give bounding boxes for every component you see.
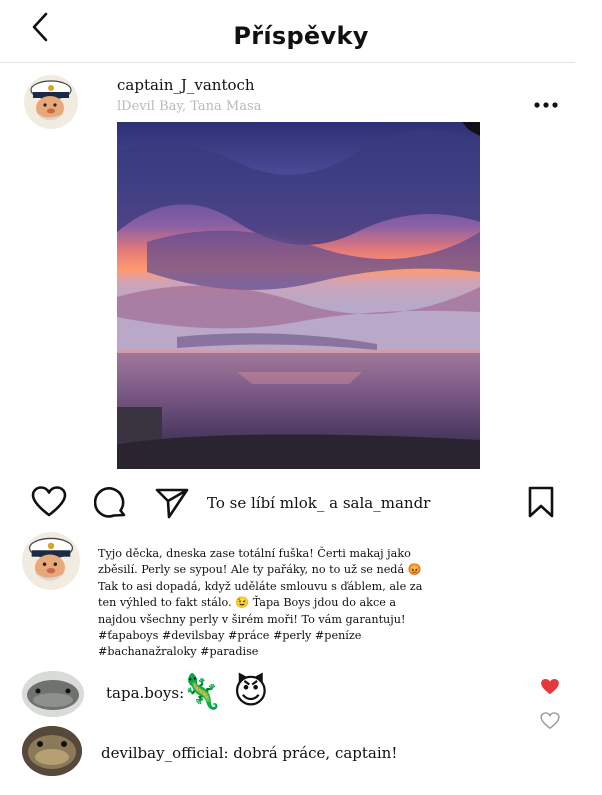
page-title: Příspěvky <box>233 22 369 50</box>
caption-line: zběsilí. Perly se sypou! Ale ty pařáky, … <box>98 563 422 577</box>
comment-button[interactable] <box>93 486 128 520</box>
post-location[interactable]: lDevil Bay, Tana Masa <box>117 99 261 114</box>
share-icon <box>155 488 189 519</box>
comment-like-button[interactable] <box>540 712 560 730</box>
comment-icon <box>93 487 126 518</box>
avatar[interactable] <box>24 75 78 129</box>
comment-avatar[interactable] <box>22 671 84 717</box>
post-username[interactable]: captain_J_vantoch <box>117 76 255 94</box>
caption-avatar[interactable] <box>22 532 80 590</box>
more-options-button[interactable] <box>533 96 559 108</box>
comment-avatar[interactable] <box>22 726 82 776</box>
frog-avatar-image <box>22 726 82 776</box>
caption-line: ten výhled to fakt stálo. 😉 Ťapa Boys jd… <box>98 596 397 610</box>
heart-icon <box>31 486 67 517</box>
caption-line: najdou všechny perly v širém moři! To vá… <box>98 612 406 626</box>
comment-emoji: 🦎 😈 <box>180 672 269 712</box>
comment-like-button[interactable] <box>540 678 560 696</box>
comment-text[interactable]: tapa.boys: <box>106 684 184 702</box>
bookmark-icon <box>528 486 554 518</box>
heart-outline-icon <box>540 712 560 730</box>
fish-avatar-image <box>22 671 84 717</box>
comment-text[interactable]: devilbay_official: dobrá práce, captain! <box>101 744 397 762</box>
save-button[interactable] <box>527 486 555 518</box>
like-button[interactable] <box>31 486 67 518</box>
caption-line: Tak to asi dopadá, když uděláte smlouvu … <box>98 579 423 593</box>
captain-avatar-image <box>28 537 74 581</box>
sunset-sea-image <box>117 122 480 469</box>
captain-avatar-image <box>30 80 72 120</box>
caption-hashtags[interactable]: #ťapaboys #devilsbay #práce #perly #pení… <box>98 628 398 644</box>
header-divider <box>0 62 575 63</box>
liked-by-text[interactable]: To se líbí mlok_ a sala_mandr <box>207 494 430 512</box>
caption-hashtags[interactable]: #bachanažraloky #paradise <box>98 644 398 660</box>
share-button[interactable] <box>155 487 189 519</box>
heart-filled-icon <box>541 678 559 695</box>
caption-line: Tyjo děcka, dneska zase totální fuška! Č… <box>98 547 411 560</box>
post-caption: Tyjo děcka, dneska zase totální fuška! Č… <box>98 546 423 661</box>
more-dots-icon <box>534 102 558 108</box>
post-photo[interactable] <box>117 122 480 469</box>
